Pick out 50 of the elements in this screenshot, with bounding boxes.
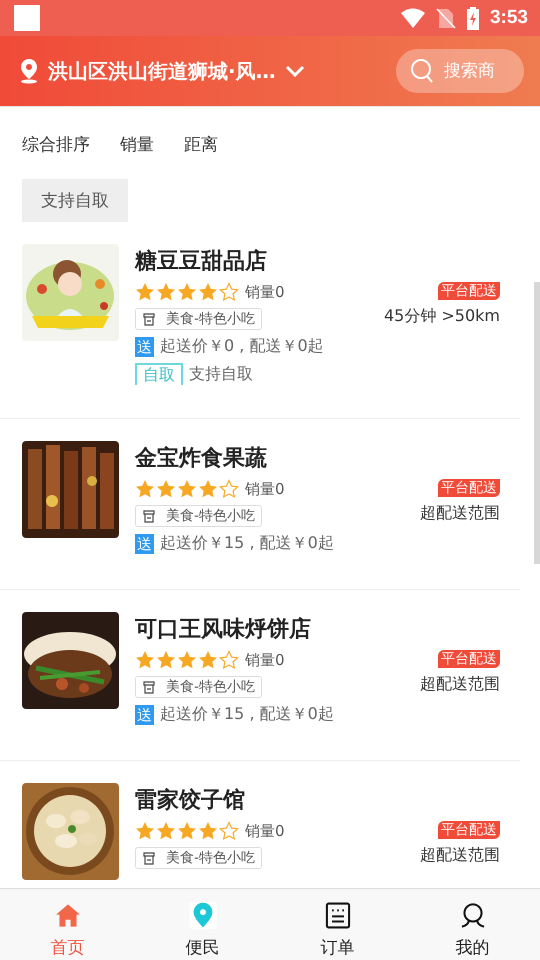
delivery-fee-text: 起送价￥0 , 配送￥0起 — [160, 336, 324, 357]
sort-tab[interactable]: 距离 — [184, 132, 218, 156]
category-text: 美食-特色小吃 — [166, 849, 256, 867]
pickup-text: 支持自取 — [189, 364, 253, 384]
store-icon — [142, 851, 156, 865]
delivery-fee-text: 起送价￥15 , 配送￥0起 — [160, 704, 334, 725]
sort-tab[interactable]: 综合排序 — [22, 132, 90, 156]
store-icon — [142, 509, 156, 523]
search-icon — [410, 58, 434, 84]
shop-name[interactable]: 可口王风味烀饼店 — [135, 614, 404, 644]
pickup-tag: 自取 — [135, 363, 183, 385]
nav-tab[interactable]: 订单 — [270, 889, 405, 960]
battery-icon — [466, 6, 480, 30]
sales-count: 销量0 — [245, 282, 285, 302]
clock-time: 3:53 — [490, 7, 528, 29]
sales-count: 销量0 — [245, 480, 285, 498]
search-field[interactable]: 搜索商 — [444, 61, 508, 81]
category-text: 美食-特色小吃 — [166, 678, 256, 696]
delivery-tag: 送 — [135, 534, 154, 554]
filter-chip[interactable]: 支持自取 — [22, 179, 128, 222]
category-text: 美食-特色小吃 — [166, 310, 256, 328]
scrollbar[interactable] — [534, 282, 540, 564]
delivery-badge: 平台配送 — [438, 479, 500, 497]
sort-tab[interactable]: 销量 — [120, 132, 154, 156]
nav-tab[interactable]: 便民 — [135, 889, 270, 960]
location-text[interactable]: 洪山区洪山街道狮城·风… — [48, 58, 276, 84]
distance-text: 45分钟 >50km — [384, 306, 500, 327]
notification-icon — [14, 5, 40, 31]
delivery-tag: 送 — [135, 336, 154, 356]
shop-name[interactable]: 金宝炸食果蔬 — [135, 443, 404, 473]
delivery-badge: 平台配送 — [438, 821, 500, 839]
nav-tab[interactable]: 我的 — [405, 889, 540, 960]
store-icon — [142, 680, 156, 694]
delivery-badge: 平台配送 — [438, 650, 500, 668]
category-text: 美食-特色小吃 — [166, 507, 256, 525]
wifi-icon — [400, 7, 426, 29]
store-icon — [142, 312, 156, 326]
delivery-fee-text: 起送价￥15 , 配送￥0起 — [160, 533, 334, 554]
no-sim-icon — [436, 7, 456, 29]
shop-name[interactable]: 雷家饺子馆 — [135, 785, 404, 815]
chevron-down-icon[interactable] — [284, 64, 306, 78]
shop-name[interactable]: 糖豆豆甜品店 — [135, 246, 368, 276]
distance-text: 超配送范围 — [420, 674, 500, 695]
distance-text: 超配送范围 — [420, 503, 500, 524]
sales-count: 销量0 — [245, 822, 285, 840]
delivery-tag: 送 — [135, 704, 154, 724]
distance-text: 超配送范围 — [420, 845, 500, 866]
sales-count: 销量0 — [245, 650, 285, 670]
delivery-badge: 平台配送 — [438, 282, 500, 300]
location-pin-icon — [18, 58, 40, 84]
